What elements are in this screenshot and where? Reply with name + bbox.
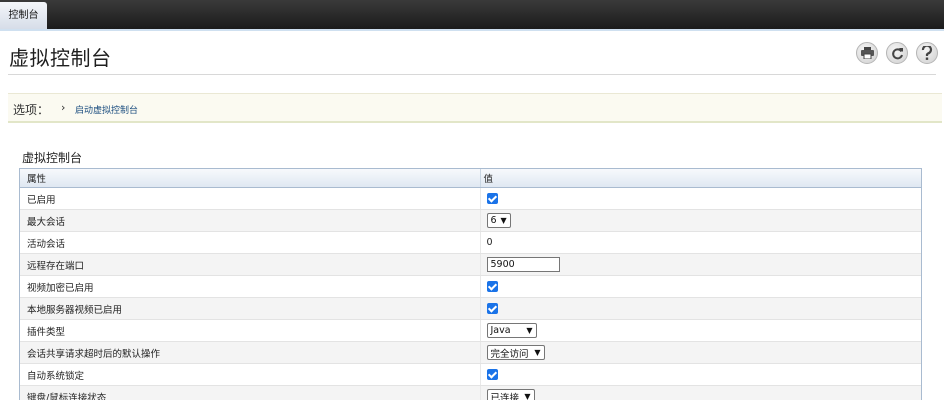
refresh-icon bbox=[891, 47, 903, 59]
top-tab-bar: 控制台 bbox=[0, 0, 944, 29]
plugin-type-select[interactable]: Java ▼ bbox=[486, 323, 537, 338]
table-row: 自动系统锁定 bbox=[20, 363, 921, 386]
title-divider bbox=[8, 74, 936, 75]
chevron-right-icon: › bbox=[61, 101, 66, 114]
auto-lock-checkbox[interactable] bbox=[486, 369, 498, 380]
help-icon bbox=[921, 46, 933, 60]
properties-table: 属性 值 已启用 最大会话 6 ▼ 活动会话 0 远程存在端口 5900 视频加… bbox=[19, 168, 922, 400]
table-row: 最大会话 6 ▼ bbox=[20, 209, 921, 232]
video-encryption-checkbox[interactable] bbox=[486, 281, 498, 292]
table-row: 视频加密已启用 bbox=[20, 275, 921, 298]
header-value: 值 bbox=[479, 169, 921, 188]
table-row: 插件类型 Java ▼ bbox=[20, 319, 921, 342]
row-property: 本地服务器视频已启用 bbox=[20, 297, 480, 320]
print-button[interactable] bbox=[856, 42, 878, 64]
refresh-button[interactable] bbox=[886, 42, 908, 64]
table-row: 已启用 bbox=[20, 187, 921, 210]
chevron-down-icon: ▼ bbox=[524, 392, 531, 400]
select-value: 6 bbox=[490, 215, 497, 226]
remote-port-input[interactable]: 5900 bbox=[486, 257, 560, 272]
row-property: 会话共享请求超时后的默认操作 bbox=[20, 341, 480, 364]
kvm-connection-select[interactable]: 已连接 ▼ bbox=[486, 389, 535, 400]
section-title: 虚拟控制台 bbox=[22, 151, 83, 165]
table-row: 本地服务器视频已启用 bbox=[20, 297, 921, 320]
enabled-checkbox[interactable] bbox=[486, 193, 498, 204]
options-bar: 选项： › 启动虚拟控制台 bbox=[8, 93, 942, 123]
table-row: 远程存在端口 5900 bbox=[20, 253, 921, 276]
row-property: 视频加密已启用 bbox=[20, 275, 480, 298]
tab-console[interactable]: 控制台 bbox=[0, 2, 47, 29]
default-action-select[interactable]: 完全访问 ▼ bbox=[486, 345, 545, 360]
options-label: 选项： bbox=[13, 103, 50, 117]
row-property: 自动系统锁定 bbox=[20, 363, 480, 386]
table-row: 键盘/鼠标连接状态 已连接 ▼ bbox=[20, 385, 921, 400]
row-property: 活动会话 bbox=[20, 231, 480, 254]
table-header-row: 属性 值 bbox=[20, 169, 921, 188]
select-value: 完全访问 bbox=[490, 348, 529, 360]
row-property: 最大会话 bbox=[20, 209, 480, 232]
page-title: 虚拟控制台 bbox=[9, 46, 112, 70]
local-video-checkbox[interactable] bbox=[486, 303, 498, 314]
row-property: 远程存在端口 bbox=[20, 253, 480, 276]
table-row: 会话共享请求超时后的默认操作 完全访问 ▼ bbox=[20, 341, 921, 364]
active-sessions-value: 0 bbox=[479, 231, 921, 254]
header-property: 属性 bbox=[20, 169, 480, 188]
chevron-down-icon: ▼ bbox=[526, 326, 533, 335]
chevron-down-icon: ▼ bbox=[500, 216, 507, 225]
select-value: 已连接 bbox=[490, 392, 520, 400]
row-property: 插件类型 bbox=[20, 319, 480, 342]
row-property: 键盘/鼠标连接状态 bbox=[20, 385, 480, 400]
select-value: Java bbox=[490, 325, 511, 336]
print-icon bbox=[860, 47, 874, 59]
table-row: 活动会话 0 bbox=[20, 231, 921, 254]
tab-bar-underline bbox=[0, 29, 944, 31]
launch-virtual-console-link[interactable]: 启动虚拟控制台 bbox=[75, 103, 138, 116]
chevron-down-icon: ▼ bbox=[534, 348, 541, 357]
max-sessions-select[interactable]: 6 ▼ bbox=[486, 213, 511, 228]
help-button[interactable] bbox=[916, 42, 938, 64]
row-property: 已启用 bbox=[20, 187, 480, 210]
